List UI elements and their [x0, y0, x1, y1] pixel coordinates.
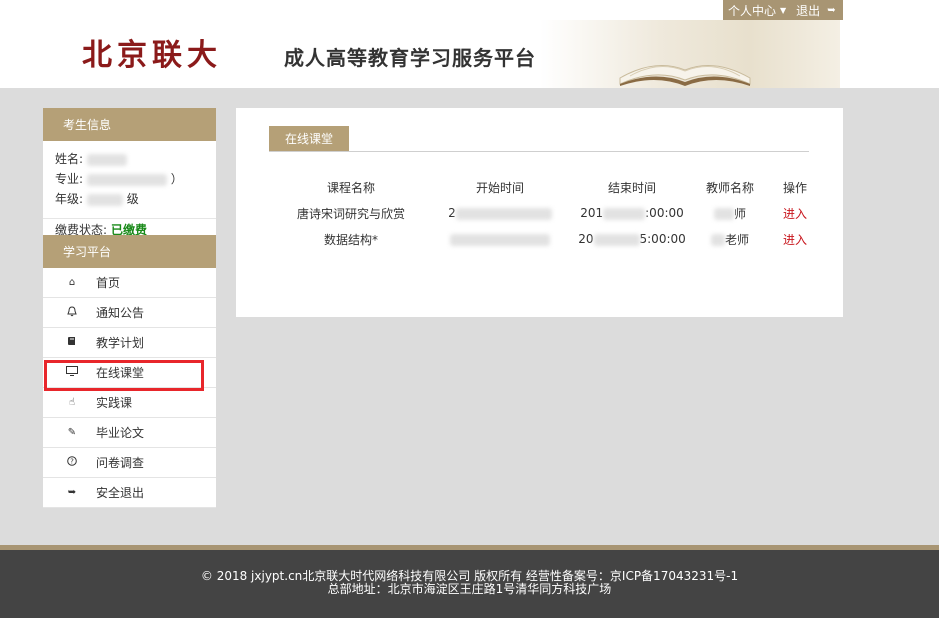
monitor-icon — [65, 366, 79, 379]
svg-text:?: ? — [70, 458, 74, 466]
major-label: 专业: — [55, 172, 84, 186]
book-icon — [65, 336, 79, 349]
sidebar-item-label: 教学计划 — [96, 336, 145, 350]
table-row: 数据结构* 20 5:00:00 老师 进入 — [276, 226, 820, 252]
sidebar-item-teaching-plan[interactable]: 教学计划 — [43, 328, 216, 358]
end-time-prefix: 201 — [580, 206, 604, 220]
teacher-name: 师 — [690, 200, 770, 226]
column-header: 教师名称 — [705, 180, 754, 195]
sidebar-item-label: 首页 — [96, 276, 121, 290]
signout-icon: ➥ — [67, 487, 77, 498]
column-header: 课程名称 — [326, 180, 375, 195]
table-header-row: 课程名称 开始时间 结束时间 教师名称 操作 — [276, 174, 820, 200]
end-time-prefix: 20 — [578, 232, 594, 246]
grade-suffix: 级 — [126, 192, 139, 206]
sidebar-item-label: 安全退出 — [96, 486, 145, 500]
logo: 北京联大 — [82, 38, 222, 73]
column-header: 结束时间 — [607, 180, 656, 195]
bell-icon — [65, 305, 79, 320]
sidebar-item-online-class[interactable]: 在线课堂 — [43, 358, 216, 388]
top-user-bar: 个人中心 ▼ 退出 ➥ — [723, 0, 843, 20]
header: 北京联大 成人高等教育学习服务平台 个人中心 ▼ 退出 ➥ — [0, 0, 939, 88]
end-time: 201 :00:00 — [574, 200, 690, 226]
question-icon: ? — [65, 456, 79, 469]
student-name-row: 姓名: — [55, 149, 204, 169]
course-name: 数据结构* — [323, 232, 378, 247]
student-info-header: 考生信息 — [43, 108, 216, 141]
enter-link[interactable]: 进入 — [770, 200, 820, 226]
redacted-major — [86, 173, 167, 186]
sidebar-item-thesis[interactable]: ✎ 毕业论文 — [43, 418, 216, 448]
sidebar-item-notices[interactable]: 通知公告 — [43, 298, 216, 328]
major-tail: ） — [170, 172, 183, 186]
sidebar: 考生信息 姓名: 专业: ） 年级: 级 缴费状态: 已缴费 学习平台 ⌂ 首页 … — [43, 108, 216, 508]
course-name: 唐诗宋词研究与欣赏 — [296, 206, 405, 221]
hand-icon: ☝ — [68, 397, 76, 408]
teacher-suffix: 师 — [733, 206, 746, 221]
personal-center-link[interactable]: 个人中心 — [728, 2, 776, 19]
redacted-teacher — [710, 234, 725, 246]
logout-link[interactable]: 退出 — [796, 2, 820, 19]
learning-platform-header: 学习平台 — [43, 235, 216, 268]
redacted-end-time — [603, 207, 646, 220]
sidebar-nav: ⌂ 首页 通知公告 教学计划 在线课堂 ☝ 实践课 ✎ 毕业论文 ? 问卷调查 … — [43, 268, 216, 508]
column-header: 操作 — [782, 180, 807, 195]
student-grade-row: 年级: 级 — [55, 189, 204, 209]
redacted-start-time — [455, 207, 552, 220]
sidebar-item-survey[interactable]: ? 问卷调查 — [43, 448, 216, 478]
sidebar-item-home[interactable]: ⌂ 首页 — [43, 268, 216, 298]
enter-link[interactable]: 进入 — [770, 226, 820, 252]
tab-online-class[interactable]: 在线课堂 — [269, 126, 349, 151]
platform-title: 成人高等教育学习服务平台 — [284, 46, 536, 70]
start-time: 2 — [426, 200, 574, 226]
sidebar-item-practice[interactable]: ☝ 实践课 — [43, 388, 216, 418]
open-book-image — [619, 65, 751, 86]
sidebar-item-label: 通知公告 — [96, 306, 145, 320]
logout-icon[interactable]: ➥ — [827, 5, 835, 16]
start-time — [426, 226, 574, 252]
redacted-grade — [86, 193, 123, 206]
table-row: 唐诗宋词研究与欣赏 2 201 :00:00 师 进入 — [276, 200, 820, 226]
caret-down-icon[interactable]: ▼ — [780, 6, 786, 15]
main-panel: 在线课堂 课程名称 开始时间 结束时间 教师名称 操作 唐诗宋词研究与欣赏 2 … — [236, 108, 843, 317]
end-time: 20 5:00:00 — [574, 226, 690, 252]
footer-address: 总部地址：北京市海淀区王庄路1号清华同方科技广场 — [327, 582, 612, 596]
sidebar-item-label: 问卷调查 — [96, 456, 145, 470]
redacted-teacher — [713, 208, 734, 220]
tab-divider — [269, 151, 809, 152]
column-header: 开始时间 — [475, 180, 524, 195]
course-table: 课程名称 开始时间 结束时间 教师名称 操作 唐诗宋词研究与欣赏 2 201 :0… — [276, 174, 820, 252]
sidebar-item-label: 毕业论文 — [96, 426, 145, 440]
sidebar-item-label: 实践课 — [96, 396, 133, 410]
end-time-suffix: :00:00 — [645, 206, 684, 220]
footer: © 2018 jxjypt.cn北京联大时代网络科技有限公司 版权所有 经营性备… — [0, 550, 939, 618]
grade-label: 年级: — [55, 192, 84, 206]
edit-icon: ✎ — [67, 427, 77, 438]
teacher-name: 老师 — [690, 226, 770, 252]
student-major-row: 专业: ） — [55, 169, 204, 189]
teacher-suffix: 老师 — [724, 232, 749, 247]
sidebar-item-logout[interactable]: ➥ 安全退出 — [43, 478, 216, 508]
home-icon: ⌂ — [68, 277, 76, 288]
redacted-start-time — [450, 233, 550, 246]
redacted-name — [86, 153, 127, 166]
redacted-end-time — [593, 233, 640, 246]
start-time-text: 2 — [448, 206, 456, 220]
name-label: 姓名: — [55, 152, 84, 166]
end-time-suffix: 5:00:00 — [639, 232, 686, 246]
sidebar-item-label: 在线课堂 — [96, 366, 145, 380]
